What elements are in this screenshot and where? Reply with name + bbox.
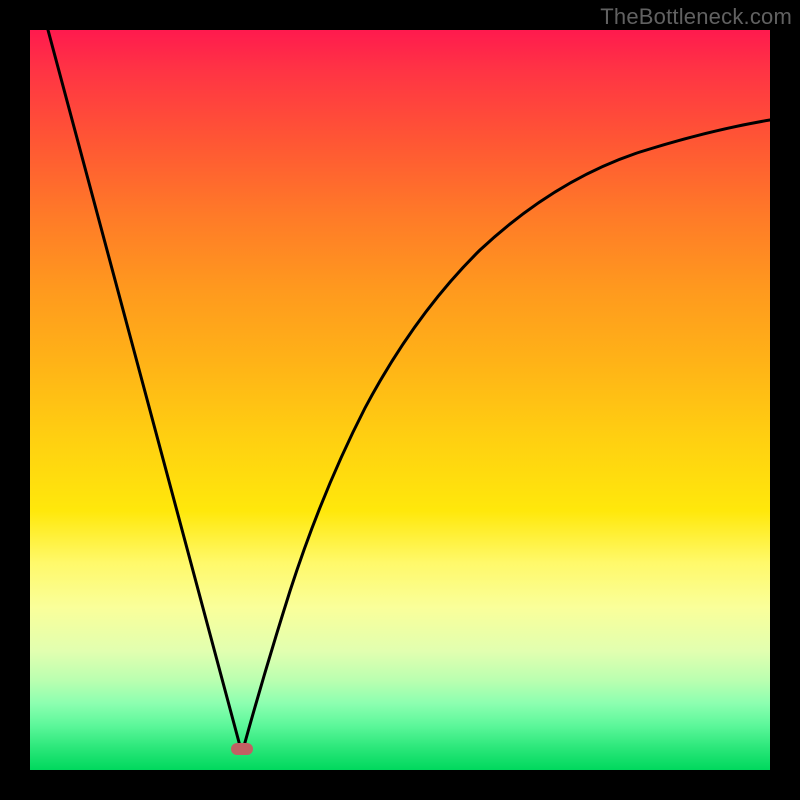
plot-area: [30, 30, 770, 770]
curve-left-branch: [48, 30, 240, 746]
curve-right-branch: [244, 120, 770, 746]
watermark-text: TheBottleneck.com: [600, 4, 792, 30]
chart-frame: TheBottleneck.com: [0, 0, 800, 800]
bottleneck-curve: [30, 30, 770, 770]
optimal-marker: [231, 743, 253, 755]
